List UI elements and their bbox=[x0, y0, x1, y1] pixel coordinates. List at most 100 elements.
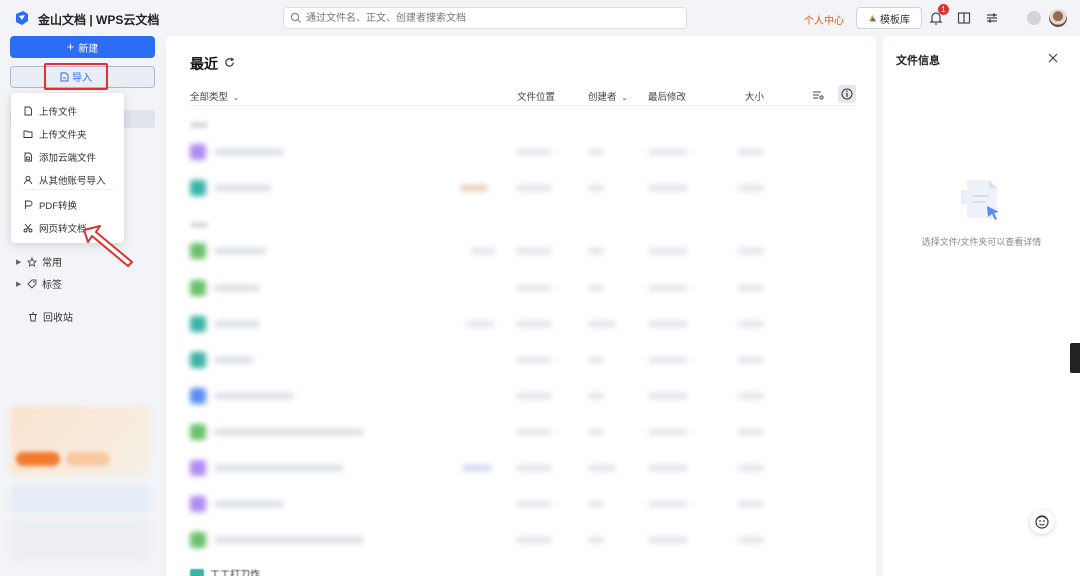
file-row[interactable] bbox=[190, 386, 856, 406]
column-header-creator[interactable]: 创建者 ⌄ bbox=[588, 89, 628, 103]
user-center-link[interactable]: 个人中心 bbox=[804, 12, 844, 27]
import-highlight-box[interactable]: 导入 bbox=[44, 63, 108, 90]
status-avatar[interactable] bbox=[1027, 11, 1041, 25]
folder-icon bbox=[23, 130, 33, 138]
file-name bbox=[214, 393, 294, 399]
file-size bbox=[738, 357, 764, 363]
file-name bbox=[214, 501, 284, 507]
file-row[interactable] bbox=[190, 422, 856, 442]
file-owner-avatar bbox=[460, 185, 488, 191]
file-modified bbox=[648, 393, 688, 399]
file-row[interactable] bbox=[190, 278, 856, 298]
trash-icon bbox=[29, 312, 37, 321]
refresh-icon[interactable] bbox=[224, 57, 235, 68]
panel-toggle-icon[interactable] bbox=[957, 11, 971, 25]
file-creator bbox=[588, 185, 604, 191]
file-name bbox=[214, 149, 284, 155]
file-size bbox=[738, 501, 764, 507]
menu-item-label: PDF转换 bbox=[39, 201, 78, 212]
file-creator bbox=[588, 501, 604, 507]
file-modified bbox=[648, 149, 688, 155]
type-filter-dropdown[interactable]: 全部类型 ⌄ bbox=[190, 89, 239, 103]
storage-card[interactable] bbox=[10, 484, 150, 514]
file-type-icon bbox=[190, 180, 206, 196]
info-toggle-button[interactable] bbox=[838, 85, 856, 103]
template-library-button[interactable]: 模板库 bbox=[856, 7, 922, 29]
menu-item-import-from-account[interactable]: 从其他账号导入 bbox=[23, 173, 106, 187]
annotation-arrow-icon bbox=[83, 225, 133, 267]
close-icon[interactable] bbox=[1047, 52, 1059, 64]
file-row[interactable] bbox=[190, 350, 856, 370]
file-modified bbox=[648, 185, 688, 191]
file-type-icon bbox=[190, 424, 206, 440]
file-row[interactable] bbox=[190, 530, 856, 550]
menu-item-upload-folder[interactable]: 上传文件夹 bbox=[23, 127, 87, 141]
menu-item-add-cloud-file[interactable]: 添加云端文件 bbox=[23, 150, 96, 164]
file-modified bbox=[648, 321, 688, 327]
file-row[interactable] bbox=[190, 178, 856, 198]
file-location bbox=[516, 321, 552, 327]
file-name: 工工打刀炸 bbox=[210, 570, 260, 576]
search-box[interactable] bbox=[283, 7, 687, 29]
side-feedback-tab[interactable] bbox=[1070, 343, 1080, 373]
info-card bbox=[10, 520, 150, 560]
filter-label: 全部类型 bbox=[190, 92, 229, 103]
import-label: 导入 bbox=[72, 73, 92, 84]
new-button[interactable]: + 新建 bbox=[10, 36, 155, 58]
search-input[interactable] bbox=[306, 10, 676, 26]
file-row[interactable] bbox=[190, 458, 856, 478]
notification-badge: 1 bbox=[938, 4, 949, 15]
sidebar-item-trash[interactable]: 回收站 bbox=[28, 309, 73, 324]
settings-sliders-icon[interactable] bbox=[985, 11, 999, 25]
promo-button[interactable] bbox=[66, 452, 110, 466]
file-name bbox=[214, 465, 344, 471]
menu-item-web-to-doc[interactable]: 网页转文档 bbox=[23, 221, 87, 235]
app-title: 金山文档 | WPS云文档 bbox=[38, 13, 160, 27]
assistant-button[interactable] bbox=[1030, 510, 1054, 534]
file-type-icon bbox=[190, 388, 206, 404]
user-icon bbox=[24, 175, 32, 185]
file-row[interactable] bbox=[190, 494, 856, 514]
file-type-icon bbox=[190, 496, 206, 512]
file-name bbox=[214, 185, 272, 191]
menu-item-upload-file[interactable]: 上传文件 bbox=[23, 104, 77, 118]
file-location bbox=[516, 248, 552, 254]
file-row[interactable]: 工工打刀炸 bbox=[190, 566, 260, 576]
file-creator bbox=[588, 248, 604, 254]
file-modified bbox=[648, 285, 688, 291]
file-size bbox=[738, 429, 764, 435]
column-header-modified: 最后修改 bbox=[648, 92, 687, 103]
cloud-file-icon bbox=[24, 152, 32, 162]
menu-item-label: 从其他账号导入 bbox=[39, 176, 106, 187]
file-location bbox=[516, 149, 552, 155]
file-type-icon bbox=[190, 460, 206, 476]
menu-item-pdf-convert[interactable]: PDF转换 bbox=[23, 198, 77, 212]
file-row[interactable] bbox=[190, 142, 856, 162]
file-modified bbox=[648, 357, 688, 363]
file-creator bbox=[588, 149, 604, 155]
promo-button[interactable] bbox=[16, 452, 60, 466]
chevron-down-icon: ⌄ bbox=[621, 93, 628, 102]
new-label: 新建 bbox=[78, 43, 99, 55]
sidebar-item-favorites[interactable]: ▶ 常用 bbox=[16, 254, 62, 269]
sidebar-item-label: 标签 bbox=[42, 280, 62, 291]
file-size bbox=[738, 393, 764, 399]
file-row[interactable] bbox=[190, 314, 856, 334]
file-row[interactable] bbox=[190, 241, 856, 261]
sort-options-icon[interactable] bbox=[812, 89, 824, 101]
plus-icon: + bbox=[66, 39, 75, 54]
user-avatar[interactable] bbox=[1049, 9, 1067, 27]
column-header-location: 文件位置 bbox=[517, 92, 556, 103]
sidebar-item-tags[interactable]: ▶ 标签 bbox=[16, 276, 62, 291]
trash-label: 回收站 bbox=[43, 313, 73, 324]
panel-title: 文件信息 bbox=[896, 55, 940, 67]
file-creator bbox=[588, 537, 604, 543]
file-location bbox=[516, 185, 552, 191]
scissors-icon bbox=[23, 223, 33, 233]
promo-card[interactable] bbox=[10, 406, 150, 476]
file-size bbox=[738, 248, 764, 254]
file-collab bbox=[466, 321, 494, 327]
caret-right-icon: ▶ bbox=[16, 258, 22, 266]
search-icon bbox=[290, 12, 301, 23]
template-label: 模板库 bbox=[880, 14, 910, 26]
